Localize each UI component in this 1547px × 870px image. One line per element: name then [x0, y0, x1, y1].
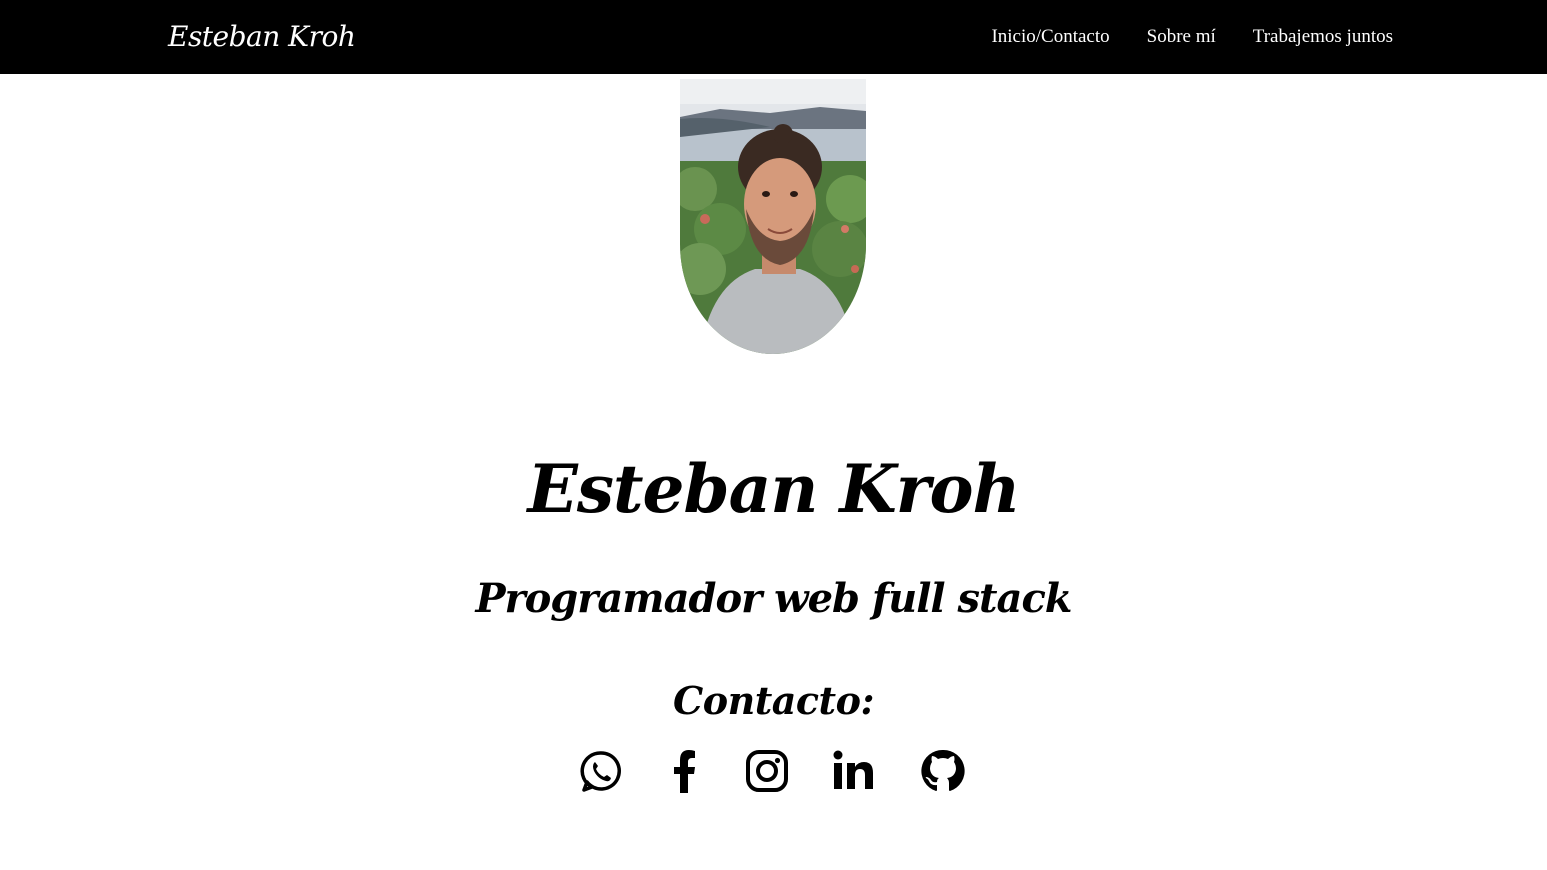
brand-logo-link[interactable]: Esteban Kroh	[168, 17, 356, 57]
contact-label: Contacto:	[673, 678, 874, 723]
instagram-link[interactable]	[744, 748, 790, 794]
whatsapp-link[interactable]	[578, 748, 624, 794]
nav-link-inicio-contacto[interactable]: Inicio/Contacto	[991, 26, 1109, 48]
github-icon	[921, 749, 965, 791]
linkedin-icon	[833, 750, 873, 789]
facebook-icon	[674, 750, 695, 793]
nav-links: Inicio/Contacto Sobre mí Trabajemos junt…	[991, 0, 1393, 74]
github-link[interactable]	[920, 748, 966, 794]
hero-role: Programador web full stack	[475, 575, 1072, 623]
social-links	[578, 748, 970, 796]
hero-name: Esteban Kroh	[527, 450, 1021, 529]
nav-link-trabajemos-juntos[interactable]: Trabajemos juntos	[1253, 26, 1393, 48]
whatsapp-icon	[580, 751, 621, 792]
nav-link-sobre-mi[interactable]: Sobre mí	[1147, 26, 1216, 48]
instagram-icon	[746, 750, 788, 792]
profile-photo	[680, 79, 866, 354]
linkedin-link[interactable]	[831, 748, 877, 794]
facebook-link[interactable]	[662, 748, 708, 794]
navbar: Esteban Kroh Inicio/Contacto Sobre mí Tr…	[0, 0, 1547, 74]
